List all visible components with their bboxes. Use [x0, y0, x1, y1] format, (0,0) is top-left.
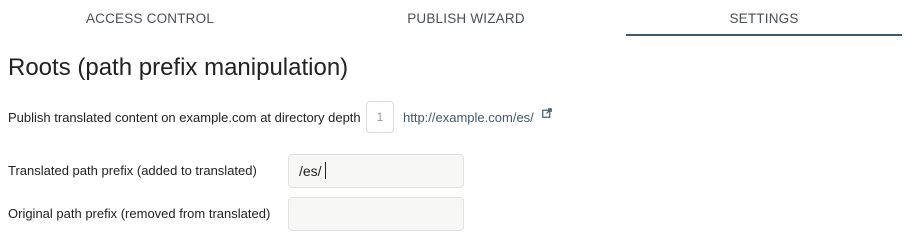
directory-depth-input[interactable]: [366, 101, 394, 133]
section-title: Roots (path prefix manipulation): [8, 54, 349, 81]
external-link-icon[interactable]: [542, 108, 552, 118]
preview-url-link[interactable]: http://example.com/es/: [403, 110, 534, 125]
translated-prefix-label: Translated path prefix (added to transla…: [8, 163, 257, 178]
active-tab-indicator: [626, 34, 902, 36]
tab-access-control[interactable]: ACCESS CONTROL: [60, 0, 240, 36]
text-cursor: [325, 162, 326, 179]
original-prefix-input[interactable]: [288, 197, 464, 231]
translated-prefix-input[interactable]: [288, 154, 464, 188]
tab-bar: ACCESS CONTROL PUBLISH WIZARD SETTINGS: [0, 0, 910, 38]
tab-settings[interactable]: SETTINGS: [626, 0, 902, 36]
directory-depth-label: Publish translated content on example.co…: [8, 110, 361, 125]
tab-publish-wizard[interactable]: PUBLISH WIZARD: [376, 0, 556, 36]
original-prefix-label: Original path prefix (removed from trans…: [8, 206, 271, 221]
settings-page: ACCESS CONTROL PUBLISH WIZARD SETTINGS R…: [0, 0, 910, 240]
